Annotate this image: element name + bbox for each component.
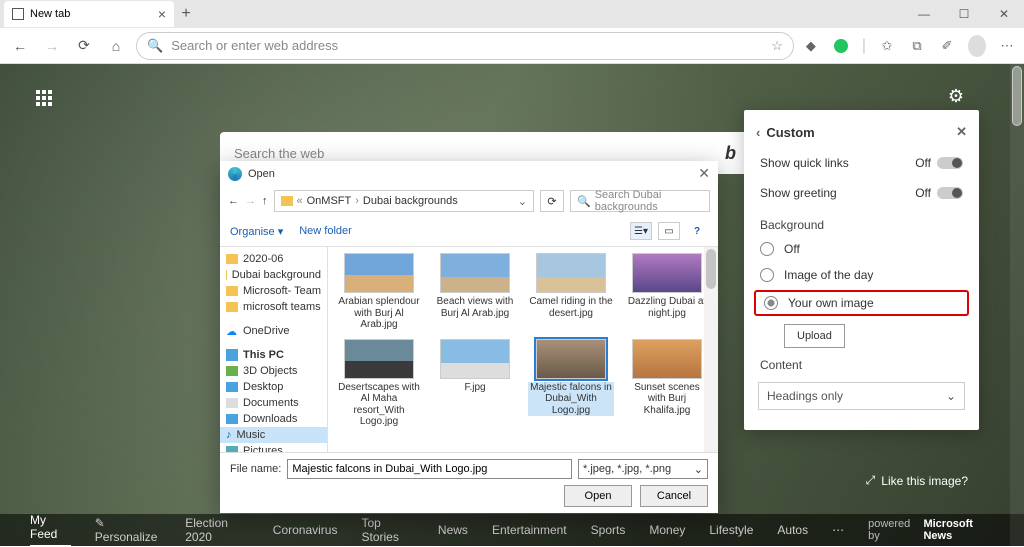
edge-icon bbox=[228, 167, 242, 181]
file-item[interactable]: Dazzling Dubai at night.jpg bbox=[622, 253, 712, 331]
quick-links-toggle[interactable] bbox=[937, 157, 963, 169]
content-select[interactable]: Headings only ⌄ bbox=[758, 382, 965, 410]
collections-icon[interactable]: ⧉ bbox=[908, 37, 926, 55]
like-image-link[interactable]: ⤢ Like this image? bbox=[866, 473, 968, 488]
close-tab-button[interactable]: × bbox=[158, 6, 166, 22]
file-item[interactable]: Sunset scenes with Burj Khalifa.jpg bbox=[622, 339, 712, 428]
open-button[interactable]: Open bbox=[564, 485, 632, 507]
new-folder-button[interactable]: New folder bbox=[299, 225, 352, 237]
content-heading: Content bbox=[744, 348, 979, 376]
file-item[interactable]: Beach views with Burj Al Arab.jpg bbox=[430, 253, 520, 331]
browser-toolbar: ← → ⟳ ⌂ 🔍 Search or enter web address ☆ … bbox=[0, 28, 1024, 64]
custom-panel: ‹ Custom ✕ Show quick links Off Show gre… bbox=[744, 110, 979, 430]
cancel-button[interactable]: Cancel bbox=[640, 485, 708, 507]
back-icon[interactable]: ‹ bbox=[756, 125, 760, 140]
nav-fwd-button[interactable]: → bbox=[245, 195, 256, 207]
feed-link[interactable]: Election 2020 bbox=[185, 516, 249, 544]
address-placeholder: Search or enter web address bbox=[171, 38, 338, 53]
feed-link[interactable]: Sports bbox=[591, 523, 626, 537]
search-placeholder: Search the web bbox=[234, 146, 324, 161]
expand-icon: ⤢ bbox=[866, 473, 876, 488]
filename-input[interactable] bbox=[287, 459, 572, 479]
nav-tree[interactable]: 2020-06 Dubai background Microsoft- Team… bbox=[220, 247, 328, 452]
grammarly-icon[interactable] bbox=[832, 37, 850, 55]
background-heading: Background bbox=[744, 208, 979, 236]
close-panel-button[interactable]: ✕ bbox=[956, 124, 967, 140]
chevron-down-icon: ⌄ bbox=[946, 389, 956, 403]
forward-button[interactable]: → bbox=[40, 34, 64, 58]
bg-off-radio[interactable]: Off bbox=[744, 236, 979, 262]
new-tab-page: ⚙ Search the web b ⤢ Like this image? My… bbox=[0, 64, 1024, 546]
file-item[interactable]: Camel riding in the desert.jpg bbox=[526, 253, 616, 331]
nav-up-button[interactable]: ↑ bbox=[262, 195, 268, 207]
refresh-button[interactable]: ⟳ bbox=[540, 190, 564, 212]
refresh-button[interactable]: ⟳ bbox=[72, 34, 96, 58]
quick-links-label: Show quick links bbox=[760, 156, 849, 170]
bg-image-radio[interactable]: Image of the day bbox=[744, 262, 979, 288]
folder-icon bbox=[281, 196, 293, 206]
greeting-label: Show greeting bbox=[760, 186, 837, 200]
path-bar[interactable]: « OnMSFT› Dubai backgrounds ⌄ bbox=[274, 190, 535, 212]
nav-back-button[interactable]: ← bbox=[228, 195, 239, 207]
profile-avatar[interactable] bbox=[968, 37, 986, 55]
minimize-button[interactable]: — bbox=[904, 7, 944, 21]
preview-pane-button[interactable]: ▭ bbox=[658, 222, 680, 240]
dialog-search-input[interactable]: 🔍 Search Dubai backgrounds bbox=[570, 190, 710, 212]
feed-link[interactable]: Entertainment bbox=[492, 523, 567, 537]
address-bar[interactable]: 🔍 Search or enter web address ☆ bbox=[136, 32, 794, 60]
diamond-icon[interactable]: ◆ bbox=[802, 37, 820, 55]
page-icon bbox=[12, 8, 24, 20]
favorites-icon[interactable]: ✩ bbox=[878, 37, 896, 55]
feed-link[interactable]: Coronavirus bbox=[273, 523, 338, 537]
filename-label: File name: bbox=[230, 463, 281, 475]
feed-link[interactable]: ✎ Personalize bbox=[95, 516, 161, 544]
new-tab-button[interactable]: + bbox=[174, 5, 198, 23]
feed-link[interactable]: My Feed bbox=[30, 513, 71, 547]
view-mode-button[interactable]: ☰▾ bbox=[630, 222, 652, 240]
file-grid-scrollbar[interactable] bbox=[704, 247, 718, 452]
favorite-icon[interactable]: ☆ bbox=[771, 38, 783, 54]
tab-title: New tab bbox=[30, 8, 70, 20]
upload-button[interactable]: Upload bbox=[784, 324, 845, 348]
gear-icon[interactable]: ⚙ bbox=[948, 86, 964, 107]
panel-title: Custom bbox=[766, 125, 814, 140]
extensions-icon[interactable]: ✐ bbox=[938, 37, 956, 55]
file-item[interactable]: Desertscapes with Al Maha resort_With Lo… bbox=[334, 339, 424, 428]
file-open-dialog: Open ✕ ← → ↑ « OnMSFT› Dubai backgrounds… bbox=[220, 161, 718, 513]
search-icon: 🔍 bbox=[147, 38, 163, 54]
bg-own-radio[interactable]: Your own image bbox=[760, 294, 963, 312]
back-button[interactable]: ← bbox=[8, 34, 32, 58]
feed-link[interactable]: Top Stories bbox=[361, 516, 413, 544]
file-item[interactable]: Majestic falcons in Dubai_With Logo.jpg bbox=[526, 339, 616, 428]
organise-menu[interactable]: Organise ▾ bbox=[230, 225, 283, 238]
dialog-title: Open bbox=[248, 168, 275, 180]
feed-more[interactable]: ⋯ bbox=[832, 523, 844, 537]
browser-tab[interactable]: New tab × bbox=[4, 1, 174, 27]
dialog-close-button[interactable]: ✕ bbox=[698, 165, 710, 182]
bing-logo: b bbox=[725, 143, 736, 164]
feed-link[interactable]: Money bbox=[649, 523, 685, 537]
file-grid: Arabian splendour with Burj Al Arab.jpg … bbox=[328, 247, 718, 452]
search-icon: 🔍 bbox=[577, 195, 591, 208]
feed-bar: My Feed ✎ Personalize Election 2020 Coro… bbox=[0, 514, 1024, 546]
filetype-select[interactable]: *.jpeg, *.jpg, *.png⌄ bbox=[578, 459, 708, 479]
feed-link[interactable]: Lifestyle bbox=[709, 523, 753, 537]
feed-link[interactable]: News bbox=[438, 523, 468, 537]
help-button[interactable]: ? bbox=[686, 222, 708, 240]
feed-link[interactable]: Autos bbox=[777, 523, 808, 537]
file-item[interactable]: Arabian splendour with Burj Al Arab.jpg bbox=[334, 253, 424, 331]
greeting-toggle[interactable] bbox=[937, 187, 963, 199]
tab-bar: New tab × + — ☐ ✕ bbox=[0, 0, 1024, 28]
page-scrollbar[interactable] bbox=[1010, 64, 1024, 546]
more-icon[interactable]: ⋯ bbox=[998, 37, 1016, 55]
close-window-button[interactable]: ✕ bbox=[984, 7, 1024, 21]
file-item[interactable]: F.jpg bbox=[430, 339, 520, 428]
apps-grid-icon[interactable] bbox=[36, 90, 52, 106]
home-button[interactable]: ⌂ bbox=[104, 34, 128, 58]
maximize-button[interactable]: ☐ bbox=[944, 7, 984, 21]
chevron-down-icon[interactable]: ⌄ bbox=[518, 195, 527, 208]
